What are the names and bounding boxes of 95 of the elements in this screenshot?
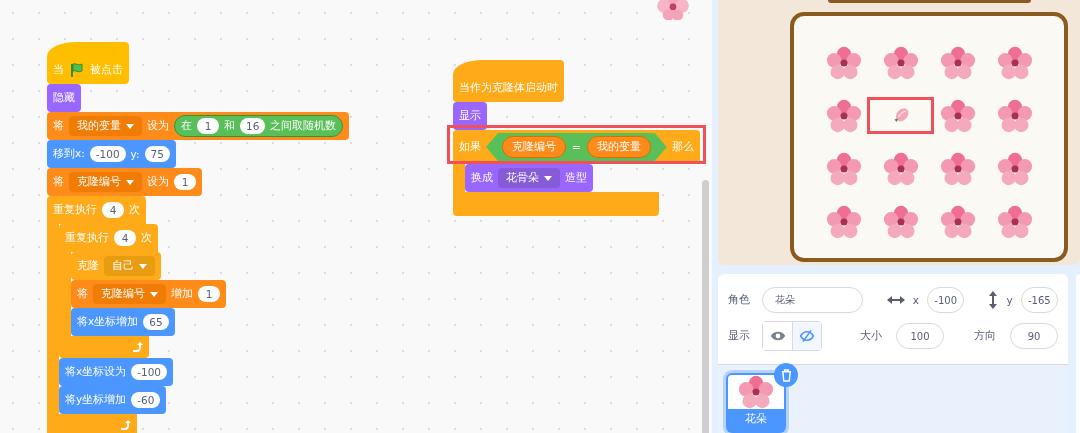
trash-icon: [780, 368, 792, 382]
block-label: 显示: [459, 109, 481, 123]
number-input[interactable]: 75: [144, 146, 170, 162]
block-label: 隐藏: [53, 91, 75, 105]
block-label: 被点击: [90, 62, 123, 77]
eye-slash-icon: [799, 329, 815, 343]
field-label: 显示: [728, 329, 750, 343]
flower-icon: [939, 44, 976, 81]
code-block[interactable]: 将x坐标增加 65: [71, 308, 175, 336]
sprite-name: 花朵: [728, 409, 784, 432]
delete-button[interactable]: [774, 363, 798, 387]
flower-icon: [939, 203, 976, 240]
block-label: 将x坐标设为: [65, 365, 127, 379]
block-label: 当作为克隆体启动时: [459, 80, 558, 95]
repeat-block[interactable]: 重复执行 4 次: [47, 196, 146, 224]
number-input[interactable]: -100: [131, 364, 168, 380]
random-number-reporter[interactable]: 在 1 和 16 之间取随机数: [174, 115, 344, 137]
number-input[interactable]: 1: [198, 286, 220, 302]
dropdown-menu[interactable]: 花骨朵: [498, 168, 560, 188]
block-label: 设为: [147, 175, 169, 189]
block-label: 次: [129, 203, 140, 217]
flower-icon: [882, 44, 919, 81]
number-input[interactable]: 1: [197, 118, 219, 134]
flower-icon: [939, 150, 976, 187]
field-label: 角色: [728, 293, 750, 307]
block-label: 设为: [147, 119, 169, 133]
number-input[interactable]: 16: [240, 118, 266, 134]
code-block[interactable]: 将 克隆编号 设为 1: [47, 168, 202, 196]
number-input[interactable]: 1: [174, 174, 196, 190]
flower-icon: [825, 203, 862, 240]
flower-icon: [996, 97, 1033, 134]
code-block[interactable]: 移到x: -100 y: 75: [47, 140, 176, 168]
code-block[interactable]: 将 我的变量 设为 在 1 和 16 之间取随机数: [47, 112, 350, 140]
flower-icon: [939, 97, 976, 134]
code-block[interactable]: 隐藏: [47, 84, 81, 112]
caret-icon: [126, 123, 134, 129]
number-input[interactable]: -60: [131, 392, 161, 408]
eye-icon: [769, 330, 786, 342]
code-block[interactable]: 换成 花骨朵 造型: [465, 164, 593, 192]
block-label: 克隆: [77, 259, 99, 273]
block-label: 将y坐标增加: [65, 393, 127, 407]
horizontal-arrows-icon: [886, 295, 905, 305]
block-label: 造型: [565, 171, 587, 185]
flower-icon: [882, 150, 919, 187]
block-label: 将: [53, 119, 64, 133]
field-label: x: [912, 294, 919, 306]
code-block[interactable]: 将x坐标设为 -100: [59, 358, 174, 386]
caret-icon: [126, 179, 134, 185]
block-label: 重复执行: [65, 231, 109, 245]
block-label: y:: [130, 148, 140, 160]
flower-icon: [825, 44, 862, 81]
number-input[interactable]: 65: [143, 314, 169, 330]
number-input[interactable]: 4: [102, 202, 124, 218]
vertical-arrows-icon: [988, 291, 999, 309]
block-label: 和: [224, 119, 235, 133]
block-arm: [453, 164, 465, 192]
block-label: 在: [181, 119, 192, 133]
number-input[interactable]: 4: [114, 230, 136, 246]
block-label: 次: [141, 231, 152, 245]
block-label: 换成: [471, 171, 493, 185]
block-label: 如果: [459, 140, 481, 154]
loop-arrow-icon: [131, 341, 143, 353]
block-label: 重复执行: [53, 203, 97, 217]
flower-icon: [656, 0, 690, 20]
hide-button[interactable]: [792, 322, 821, 350]
number-input[interactable]: -100: [89, 146, 126, 162]
caret-icon: [150, 291, 158, 297]
flower-icon: [996, 150, 1033, 187]
flower-icon: [882, 203, 919, 240]
flower-icon: [825, 97, 862, 134]
repeat-block[interactable]: 重复执行 4 次: [59, 224, 158, 252]
flower-icon: [738, 374, 774, 410]
code-block[interactable]: 将 克隆编号 增加 1: [71, 280, 226, 308]
caret-icon: [139, 263, 147, 269]
flower-icon: [996, 44, 1033, 81]
block-label: 移到x:: [53, 147, 85, 161]
block-label: 之间取随机数: [270, 119, 337, 133]
field-label: 方向: [974, 329, 996, 343]
loop-arrow-icon: [119, 419, 131, 431]
field-label: y: [1006, 294, 1013, 306]
block-label: 当: [53, 62, 64, 77]
code-block[interactable]: 将y坐标增加 -60: [59, 386, 167, 414]
block-label: 那么: [671, 140, 694, 154]
block-label: 将: [77, 287, 88, 301]
scrollbar[interactable]: [702, 180, 709, 433]
flower-icon: [825, 150, 862, 187]
block-label: 将x坐标增加: [77, 315, 139, 329]
field-label: 大小: [860, 329, 882, 343]
block-label: 将: [53, 175, 64, 189]
caret-icon: [544, 175, 552, 181]
flag-icon: [69, 61, 85, 78]
block-label: =: [572, 141, 581, 153]
flower-icon: [996, 203, 1033, 240]
code-block[interactable]: 显示: [453, 102, 487, 130]
block-label: 增加: [171, 287, 193, 301]
